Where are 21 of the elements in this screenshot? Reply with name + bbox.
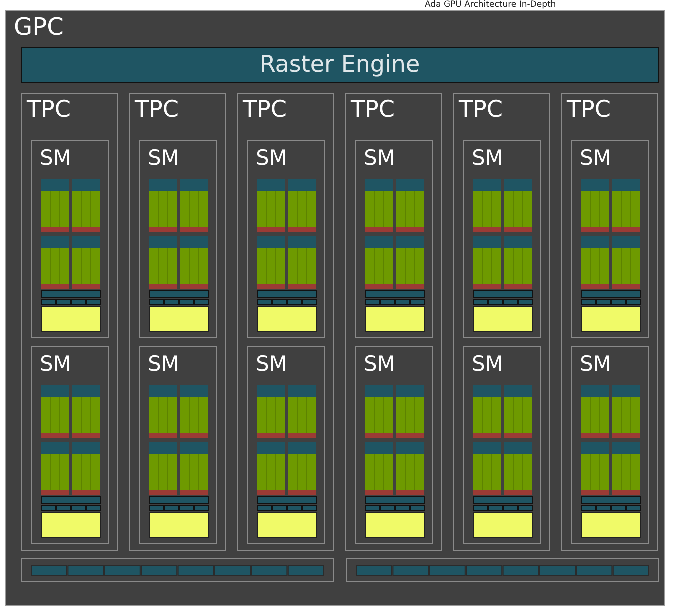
- raster-engine-bar: Raster Engine: [21, 47, 659, 83]
- sm-label: SM: [580, 146, 612, 170]
- sm-label: SM: [364, 352, 396, 376]
- tpc-label: TPC: [27, 97, 71, 123]
- tpc-label: TPC: [459, 97, 503, 123]
- sm-label: SM: [256, 146, 288, 170]
- sm-label: SM: [472, 352, 504, 376]
- tpc-label: TPC: [567, 97, 611, 123]
- page-header: Ada GPU Architecture In-Depth: [425, 0, 556, 10]
- sm-label: SM: [472, 146, 504, 170]
- tpc-label: TPC: [243, 97, 287, 123]
- sm-label: SM: [40, 352, 72, 376]
- tpc-label: TPC: [351, 97, 395, 123]
- sm-label: SM: [364, 146, 396, 170]
- sm-label: SM: [580, 352, 612, 376]
- sm-label: SM: [148, 146, 180, 170]
- tpc-label: TPC: [135, 97, 179, 123]
- sm-label: SM: [40, 146, 72, 170]
- gpc-label: GPC: [14, 13, 64, 41]
- sm-label: SM: [256, 352, 288, 376]
- sm-label: SM: [148, 352, 180, 376]
